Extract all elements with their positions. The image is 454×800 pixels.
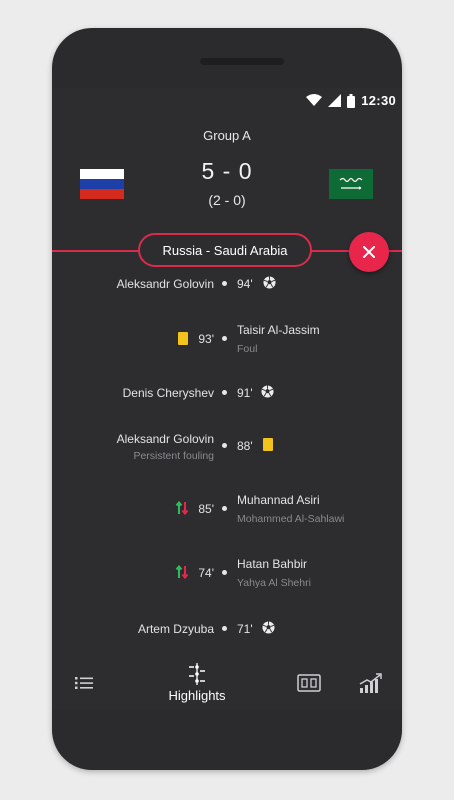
event-player: Muhannad Asiri: [237, 493, 320, 507]
list-icon: [75, 677, 93, 689]
event-minute: 94': [237, 277, 253, 291]
event-minute: 85': [198, 502, 214, 516]
wifi-icon: [306, 94, 323, 106]
event-minute: 88': [237, 439, 253, 453]
event-detail: Foul: [237, 343, 258, 355]
event-minute: 93': [198, 332, 214, 346]
stats-icon: [359, 673, 382, 693]
tab-highlights-label: Highlights: [168, 688, 226, 703]
close-icon: [363, 246, 375, 258]
timeline-dot: [222, 626, 227, 631]
event-player: Hatan Bahbir: [237, 557, 308, 571]
event-row: 85' Muhannad Asiri Mohammed Al-Sahlawi: [52, 492, 402, 532]
event-minute: 71': [237, 622, 253, 636]
timeline-dot: [222, 443, 227, 448]
substitution-icon: [175, 565, 189, 579]
phone-speaker: [200, 58, 284, 65]
event-player: Aleksandr Golovin: [116, 432, 214, 446]
event-row: 93' Taisir Al-Jassim Foul: [52, 320, 402, 360]
scoreboard-icon: [297, 674, 321, 692]
saudi-arabia-flag: [329, 169, 373, 199]
event-minute: 91': [237, 386, 253, 400]
soccer-ball-icon: [261, 385, 274, 398]
timeline-dot: [222, 390, 227, 395]
event-minute: 74': [198, 566, 214, 580]
highlights-icon: [189, 663, 205, 685]
bottom-tab-bar: Highlights: [52, 656, 402, 710]
soccer-ball-icon: [262, 621, 275, 634]
timeline-dot: [222, 570, 227, 575]
tab-lineups[interactable]: [70, 656, 98, 710]
event-detail: Mohammed Al-Sahlawi: [237, 513, 345, 525]
close-button[interactable]: [349, 232, 389, 272]
soccer-ball-icon: [263, 276, 276, 289]
status-time: 12:30: [361, 93, 396, 108]
event-detail: Yahya Al Shehri: [237, 577, 311, 589]
match-screen: 12:30 Group A 5 - 0 (2 - 0) Russia - Sau…: [52, 88, 402, 710]
tab-stats[interactable]: [358, 656, 384, 710]
tab-highlights[interactable]: Highlights: [162, 656, 232, 710]
timeline-dot: [222, 336, 227, 341]
substitution-icon: [175, 501, 189, 515]
status-bar: 12:30: [52, 88, 402, 114]
signal-icon: [328, 94, 342, 107]
event-detail: Persistent fouling: [133, 450, 214, 462]
timeline-dot: [222, 506, 227, 511]
event-row: Aleksandr Golovin Persistent fouling 88': [52, 431, 402, 471]
event-row: Artem Dzyuba 71': [52, 621, 402, 641]
event-row: Aleksandr Golovin 94': [52, 276, 402, 296]
event-row: 74' Hatan Bahbir Yahya Al Shehri: [52, 556, 402, 596]
event-row: Denis Cheryshev 91': [52, 385, 402, 405]
event-player: Aleksandr Golovin: [116, 277, 214, 291]
yellow-card-icon: [263, 438, 273, 451]
group-label: Group A: [203, 128, 251, 143]
event-player: Denis Cheryshev: [122, 386, 214, 400]
event-player: Artem Dzyuba: [137, 622, 214, 636]
match-title-pill[interactable]: Russia - Saudi Arabia: [138, 233, 312, 267]
event-player: Taisir Al-Jassim: [237, 323, 320, 337]
timeline-dot: [222, 281, 227, 286]
tab-scoreboard[interactable]: [296, 656, 322, 710]
battery-icon: [347, 93, 356, 108]
yellow-card-icon: [178, 332, 188, 345]
